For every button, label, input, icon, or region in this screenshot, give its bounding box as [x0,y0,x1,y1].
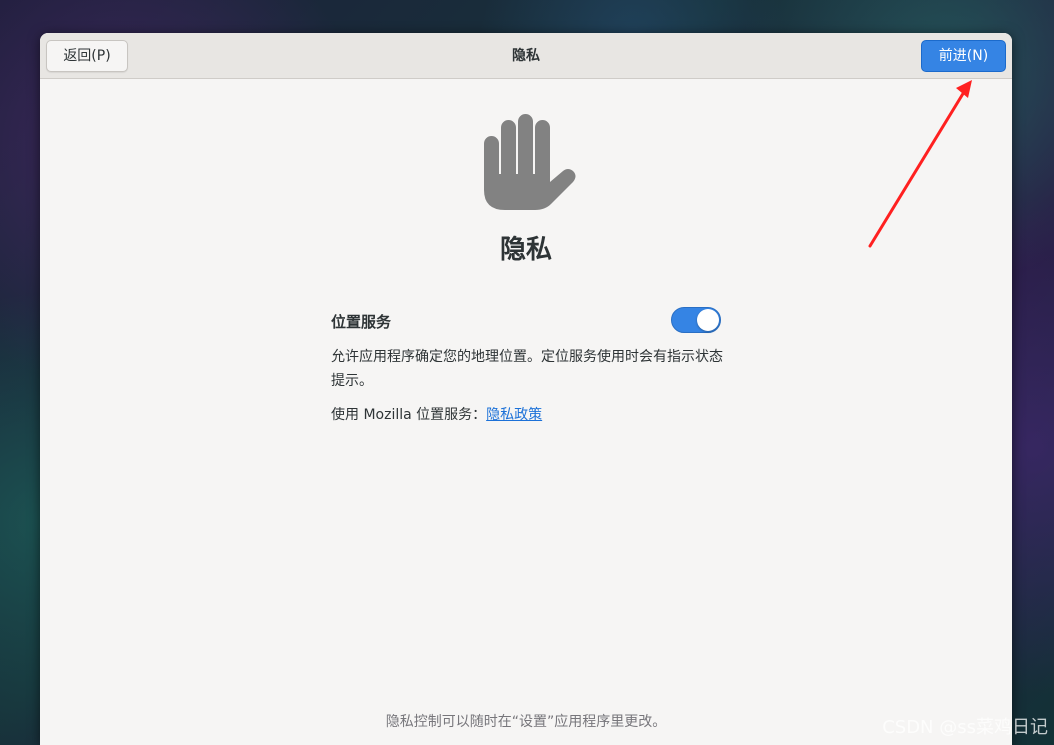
next-button[interactable]: 前进(N) [921,40,1006,72]
window-title: 隐私 [512,48,540,64]
hand-stop-icon [484,114,576,210]
privacy-policy-link[interactable]: 隐私政策 [486,407,542,423]
footer-note: 隐私控制可以随时在“设置”应用程序里更改。 [385,714,667,730]
toggle-knob [697,309,719,331]
mozilla-prefix: 使用 Mozilla 位置服务： [331,407,487,423]
watermark: CSDN @ss菜鸡日记 [882,717,1048,738]
location-services-toggle[interactable] [671,307,721,333]
location-services-description: 允许应用程序确定您的地理位置。定位服务使用时会有指示状态提示。 [331,349,723,389]
header-bar: 返回(P) 隐私 前进(N) [40,33,1012,79]
mozilla-policy-line: 使用 Mozilla 位置服务：隐私政策 [331,403,542,427]
location-services-label: 位置服务 [331,313,392,331]
annotation-arrow [868,80,972,248]
